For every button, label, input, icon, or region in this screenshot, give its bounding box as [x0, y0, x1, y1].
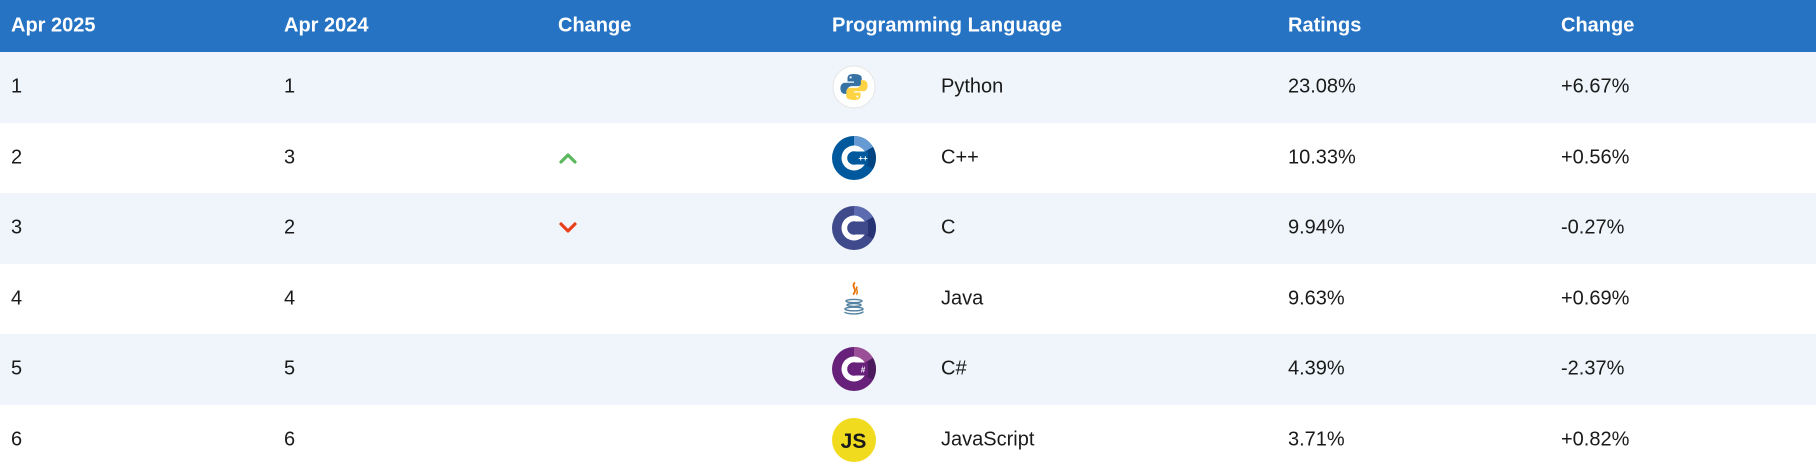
table-row: 6 6 JS JavaScript 3.71% +0.82%: [0, 404, 1816, 474]
rating-change-value: -0.27%: [1561, 216, 1625, 239]
table-row: 4 4 Java 9.63% +0.69%: [0, 263, 1816, 334]
rank-current: 6: [11, 428, 23, 451]
ranking-table: Apr 2025 Apr 2024 Change Programming Lan…: [0, 0, 1816, 474]
rating-value: 10.33%: [1288, 146, 1356, 169]
python-logo-icon: [832, 65, 876, 109]
java-logo-icon: [832, 277, 876, 321]
rank-current: 4: [11, 287, 23, 310]
header-programming-language[interactable]: Programming Language: [832, 15, 1062, 38]
javascript-logo-icon: JS: [832, 417, 876, 462]
language-name[interactable]: JavaScript: [941, 428, 1034, 451]
rating-value: 9.94%: [1288, 216, 1345, 239]
rank-previous: 4: [284, 287, 296, 310]
rank-previous: 1: [284, 75, 296, 98]
header-change[interactable]: Change: [558, 15, 631, 38]
svg-text:#: #: [861, 366, 866, 375]
language-name[interactable]: Java: [941, 287, 983, 310]
rating-change-value: +0.82%: [1561, 428, 1630, 451]
rating-change-value: +0.56%: [1561, 146, 1630, 169]
rank-previous: 3: [284, 146, 296, 169]
language-name[interactable]: C#: [941, 358, 967, 381]
table-row: 5 5 # C# 4.39% -2.37%: [0, 334, 1816, 405]
header-previous-month[interactable]: Apr 2024: [284, 15, 369, 38]
rank-current: 3: [11, 216, 23, 239]
rating-change-value: +6.67%: [1561, 75, 1630, 98]
rank-previous: 5: [284, 357, 296, 380]
table-row: 1 1 Python 23.08% +6.67%: [0, 52, 1816, 123]
svg-text:++: ++: [858, 154, 868, 163]
table-header: Apr 2025 Apr 2024 Change Programming Lan…: [0, 0, 1816, 52]
rating-value: 3.71%: [1288, 428, 1345, 451]
csharp-logo-icon: #: [832, 347, 876, 392]
language-name[interactable]: Python: [941, 76, 1003, 99]
rating-value: 4.39%: [1288, 357, 1345, 380]
rank-previous: 6: [284, 428, 296, 451]
c-logo-icon: [832, 206, 876, 251]
rank-current: 5: [11, 357, 23, 380]
table-row: 3 2 C 9.94% -0.27%: [0, 193, 1816, 264]
rating-value: 9.63%: [1288, 287, 1345, 310]
rating-change-value: +0.69%: [1561, 287, 1630, 310]
rating-change-value: -2.37%: [1561, 357, 1625, 380]
header-current-month[interactable]: Apr 2025: [11, 15, 96, 38]
cpp-logo-icon: ++: [832, 135, 876, 180]
language-name[interactable]: C++: [941, 146, 979, 169]
header-ratings[interactable]: Ratings: [1288, 15, 1361, 38]
header-rating-change[interactable]: Change: [1561, 15, 1634, 38]
trend-up-icon: [558, 151, 578, 165]
trend-down-icon: [558, 221, 578, 235]
rating-value: 23.08%: [1288, 75, 1356, 98]
rank-previous: 2: [284, 216, 296, 239]
rank-current: 2: [11, 146, 23, 169]
table-row: 2 3 ++ C++ 10.33% +0.56%: [0, 122, 1816, 193]
rank-current: 1: [11, 75, 23, 98]
language-name[interactable]: C: [941, 217, 955, 240]
svg-text:JS: JS: [841, 430, 867, 453]
